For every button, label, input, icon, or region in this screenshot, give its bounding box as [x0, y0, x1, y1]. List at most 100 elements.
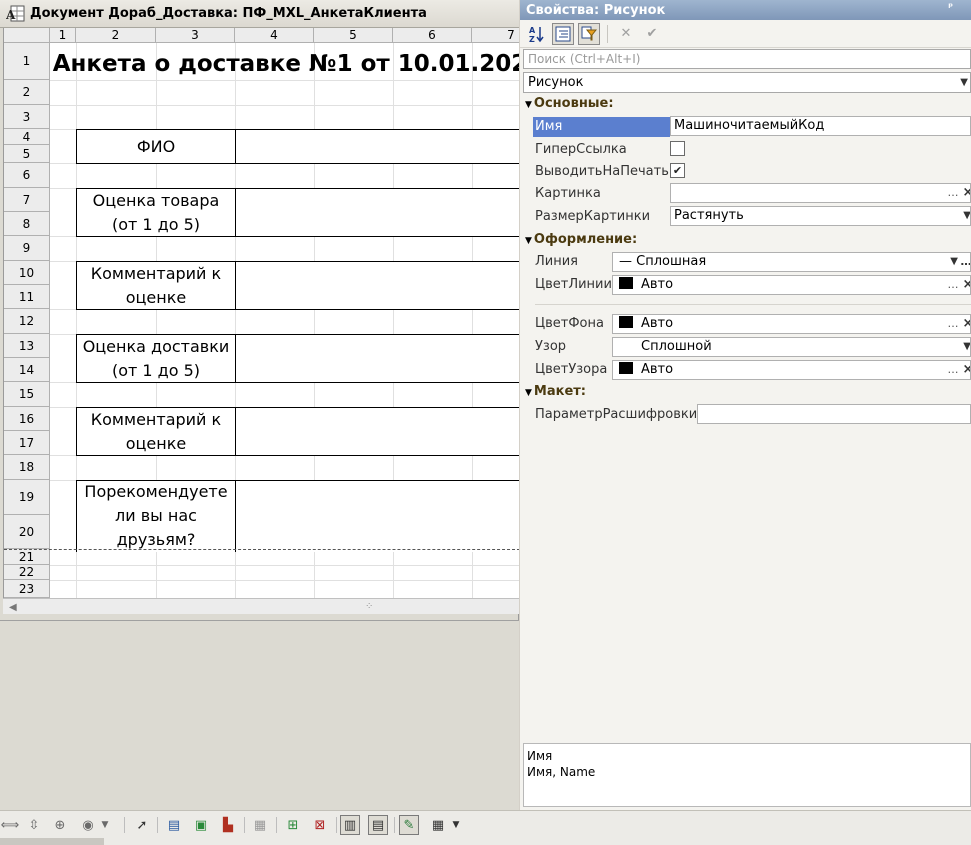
ellipsis-button[interactable]: … — [960, 253, 971, 271]
pointer-icon[interactable]: ➚ — [132, 815, 152, 835]
prop-picsize-dropdown[interactable]: Растянуть ▼ — [670, 206, 971, 226]
object-selector-dropdown[interactable]: Рисунок ▼ — [523, 72, 971, 93]
group-layout[interactable]: ▼ Макет: — [525, 384, 586, 399]
ellipsis-button[interactable]: … — [945, 184, 961, 202]
chevron-down-icon[interactable]: ▼ — [963, 338, 970, 356]
row-header[interactable]: 16 — [4, 407, 50, 431]
prop-decode-field[interactable] — [697, 404, 971, 424]
prop-pattern-dropdown[interactable]: Сплошной ▼ — [612, 337, 971, 357]
ellipsis-button[interactable]: … — [945, 276, 961, 294]
prop-print-checkbox[interactable]: ✔ — [670, 163, 685, 178]
apply-check-icon[interactable]: ✔ — [641, 23, 663, 45]
answer-cell-delivery-rating[interactable] — [235, 334, 519, 383]
delete-area-icon[interactable]: ⊠ — [310, 815, 330, 835]
column-header[interactable]: 3 — [156, 28, 235, 43]
row-header[interactable]: 7 — [4, 188, 50, 212]
ole-object-icon[interactable]: ▦ — [250, 815, 270, 835]
row-header[interactable]: 2 — [4, 80, 50, 105]
row-header[interactable]: 8 — [4, 212, 50, 236]
headers-view-icon[interactable]: ▤ — [368, 815, 388, 835]
fit-width-icon[interactable]: ⟺ — [0, 815, 20, 835]
checkmark-icon: ✔ — [672, 164, 683, 177]
chevron-down-icon[interactable]: ▼ — [963, 207, 970, 225]
picture-icon[interactable]: ▣ — [191, 815, 211, 835]
row-header[interactable]: 18 — [4, 455, 50, 480]
row-header[interactable]: 3 — [4, 105, 50, 129]
prop-name-field[interactable]: МашиночитаемыйКод — [670, 116, 971, 136]
sort-az-icon[interactable]: AZ — [526, 23, 548, 45]
row-header[interactable]: 6 — [4, 163, 50, 188]
horizontal-scrollbar[interactable]: ◀ ⁘ — [3, 598, 519, 614]
fit-height-icon[interactable]: ⇳ — [24, 815, 44, 835]
prop-line-dropdown[interactable]: — Сплошная ▼ … — [612, 252, 971, 272]
collapse-triangle-icon[interactable]: ▼ — [525, 100, 532, 110]
column-header[interactable]: 6 — [393, 28, 472, 43]
answer-cell-product-rating[interactable] — [235, 188, 519, 237]
row-header[interactable]: 21 — [4, 549, 50, 565]
row-header[interactable]: 14 — [4, 358, 50, 382]
group-design[interactable]: ▼ Оформление: — [525, 232, 637, 247]
column-header[interactable]: 1 — [50, 28, 76, 43]
prop-name-label[interactable]: Имя — [535, 119, 562, 134]
edit-table-icon[interactable]: ✎ — [399, 815, 419, 835]
column-header[interactable]: 2 — [76, 28, 156, 43]
row-header[interactable]: 4 — [4, 129, 50, 145]
prop-linecolor-field[interactable]: Авто … × — [612, 275, 971, 295]
row-header[interactable]: 10 — [4, 261, 50, 285]
clear-field-icon[interactable]: × — [962, 315, 970, 333]
answer-cell-fio[interactable] — [235, 129, 519, 164]
categories-icon[interactable] — [552, 22, 574, 45]
chevron-down-icon[interactable]: ▼ — [950, 253, 958, 271]
ellipsis-button[interactable]: … — [945, 361, 961, 379]
toolbar-separator — [607, 24, 608, 43]
row-header[interactable]: 17 — [4, 431, 50, 455]
column-header[interactable]: 5 — [314, 28, 393, 43]
chart-icon[interactable]: ▙ — [218, 815, 238, 835]
corner-cell[interactable] — [4, 28, 50, 43]
chevron-down-icon[interactable]: ▼ — [99, 815, 111, 835]
ellipsis-button[interactable]: … — [945, 315, 961, 333]
row-header[interactable]: 23 — [4, 580, 50, 598]
answer-cell-product-comment[interactable] — [235, 261, 519, 310]
filter-icon[interactable] — [578, 22, 600, 45]
scroll-grip-icon[interactable]: ⁘ — [365, 601, 373, 612]
collapse-triangle-icon[interactable]: ▼ — [525, 388, 532, 398]
column-header[interactable]: 7 — [472, 28, 519, 43]
row-header[interactable]: 15 — [4, 382, 50, 407]
scroll-left-icon[interactable]: ◀ — [9, 602, 17, 613]
spreadsheet-grid[interactable]: 1 2 3 4 5 6 7 1 2 3 4 5 6 7 8 9 10 11 12… — [3, 28, 519, 598]
answer-cell-recommend[interactable] — [235, 480, 519, 552]
table-icon[interactable]: ▦ — [428, 815, 448, 835]
prop-picture-field[interactable]: … × — [670, 183, 971, 203]
row-header[interactable]: 13 — [4, 334, 50, 358]
center-target-icon[interactable]: ⊕ — [50, 815, 70, 835]
row-header[interactable]: 19 — [4, 480, 50, 515]
clear-x-icon[interactable]: ✕ — [615, 23, 637, 45]
light-bulb-icon[interactable]: ◉ — [78, 815, 98, 835]
properties-search-input[interactable]: Поиск (Ctrl+Alt+I) — [523, 49, 971, 69]
row-header[interactable]: 22 — [4, 565, 50, 580]
text-frame-icon[interactable]: ▤ — [164, 815, 184, 835]
row-header[interactable]: 12 — [4, 309, 50, 334]
clear-field-icon[interactable]: × — [962, 184, 970, 202]
row-header[interactable]: 5 — [4, 145, 50, 163]
answer-cell-delivery-comment[interactable] — [235, 407, 519, 456]
row-header[interactable]: 9 — [4, 236, 50, 261]
row-header[interactable]: 11 — [4, 285, 50, 309]
add-area-icon[interactable]: ⊞ — [283, 815, 303, 835]
collapse-triangle-icon[interactable]: ▼ — [525, 236, 532, 246]
questionnaire-heading[interactable]: Анкета о доставке №1 от 10.01.2023 — [53, 48, 519, 80]
prop-bgcolor-field[interactable]: Авто … × — [612, 314, 971, 334]
row-header[interactable]: 20 — [4, 515, 50, 549]
prop-patterncolor-field[interactable]: Авто … × — [612, 360, 971, 380]
clear-field-icon[interactable]: × — [962, 361, 970, 379]
prop-hyperlink-checkbox[interactable] — [670, 141, 685, 156]
group-main[interactable]: ▼ Основные: — [525, 96, 614, 111]
grid-view-icon[interactable]: ▥ — [340, 815, 360, 835]
column-header[interactable]: 4 — [235, 28, 314, 43]
pin-icon[interactable]: ᵖ — [948, 2, 953, 13]
chevron-down-icon[interactable]: ▼ — [450, 815, 462, 835]
clear-field-icon[interactable]: × — [962, 276, 970, 294]
row-header[interactable]: 1 — [4, 43, 50, 80]
chevron-down-icon[interactable]: ▼ — [960, 73, 968, 92]
